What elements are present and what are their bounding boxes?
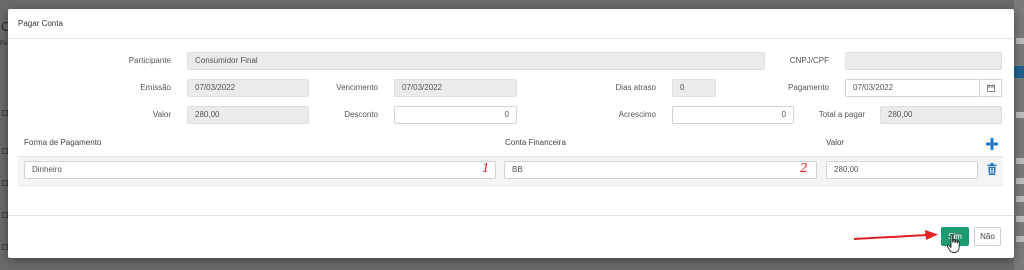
vencimento-label: Vencimento [336,83,378,92]
hand-cursor-icon [946,234,960,253]
desconto-label: Desconto [344,110,378,119]
valor-field: 280,00 [187,106,309,124]
forma-pagamento-header: Forma de Pagamento [24,138,102,147]
pagamento-calendar-button[interactable] [980,79,1002,97]
annotation-number-1: 1 [482,161,490,175]
emissao-field: 07/03/2022 [187,79,309,97]
background-right-panel [1014,0,1024,270]
participante-label: Participante [128,56,171,65]
desconto-input[interactable]: 0 [394,106,517,124]
payment-valor-input[interactable]: 280,00 [826,161,978,179]
pagamento-date-input[interactable]: 07/03/2022 [845,79,980,97]
dias-atraso-field: 0 [672,79,716,97]
calendar-icon [986,84,995,92]
total-a-pagar-field: 280,00 [880,106,1002,124]
modal-footer-divider [8,215,1014,216]
forma-pagamento-select[interactable]: Dinheiro [24,161,496,179]
acrescimo-input[interactable]: 0 [672,106,794,124]
delete-payment-trash-icon[interactable] [987,163,997,175]
annotation-number-2: 2 [800,161,808,175]
pagar-conta-modal: Pagar Conta Participante Consumidor Fina… [8,9,1014,258]
vencimento-field: 07/03/2022 [394,79,517,97]
pagamento-label: Pagamento [788,83,829,92]
modal-header: Pagar Conta [8,9,1014,39]
acrescimo-label: Acrescimo [618,110,656,119]
participante-field: Consumidor Final [187,52,765,70]
background-subtitle-fragment: Pá [0,41,8,47]
cnpj-cpf-label: CNPJ/CPF [789,56,829,65]
modal-title: Pagar Conta [18,19,63,28]
emissao-label: Emissão [140,83,171,92]
conta-financeira-select[interactable]: BB [504,161,817,179]
nao-button[interactable]: Não [974,227,1001,246]
valor-label: Valor [152,110,171,119]
total-a-pagar-label: Total a pagar [818,110,865,119]
add-payment-plus-icon[interactable] [986,138,998,150]
conta-financeira-header: Conta Financeira [505,138,566,147]
cnpj-cpf-field [845,52,1002,70]
annotation-arrow-icon [853,230,938,240]
dias-atraso-label: Dias atraso [615,83,656,92]
valor-header: Valor [826,138,845,147]
